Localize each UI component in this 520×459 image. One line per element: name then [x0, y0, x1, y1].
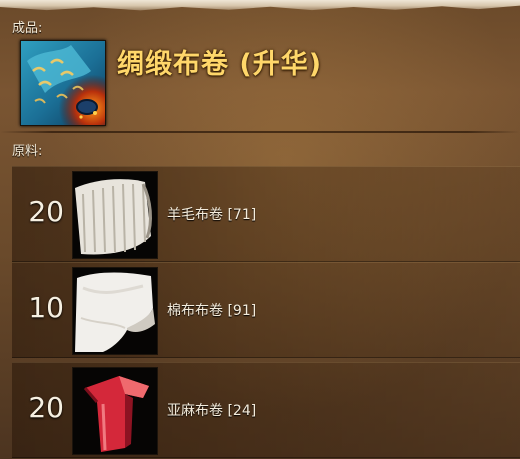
silk-bolt-icon[interactable] [20, 40, 106, 126]
cotton-bolt-icon[interactable] [72, 267, 158, 355]
torn-paper-edge [0, 0, 520, 11]
material-quantity: 20 [28, 391, 64, 424]
wool-bolt-icon[interactable] [72, 171, 158, 259]
linen-bolt-icon[interactable] [72, 367, 158, 455]
material-name: 亚麻布卷 [24] [167, 403, 257, 419]
section-divider [0, 131, 520, 133]
material-name: 羊毛布卷 [71] [167, 207, 257, 223]
materials-section-label: 原料: [12, 144, 43, 159]
material-quantity: 10 [28, 291, 64, 324]
material-row[interactable]: 20 亚麻布卷 [24] [12, 362, 520, 458]
material-row[interactable]: 20 羊毛布卷 [71] [12, 166, 520, 262]
material-row[interactable]: 10 棉布布卷 [91] [12, 262, 520, 358]
material-name: 棉布布卷 [91] [167, 303, 257, 319]
result-section-label: 成品: [12, 21, 43, 36]
material-quantity: 20 [28, 195, 64, 228]
product-title: 绸缎布卷 (升华) [117, 49, 323, 80]
